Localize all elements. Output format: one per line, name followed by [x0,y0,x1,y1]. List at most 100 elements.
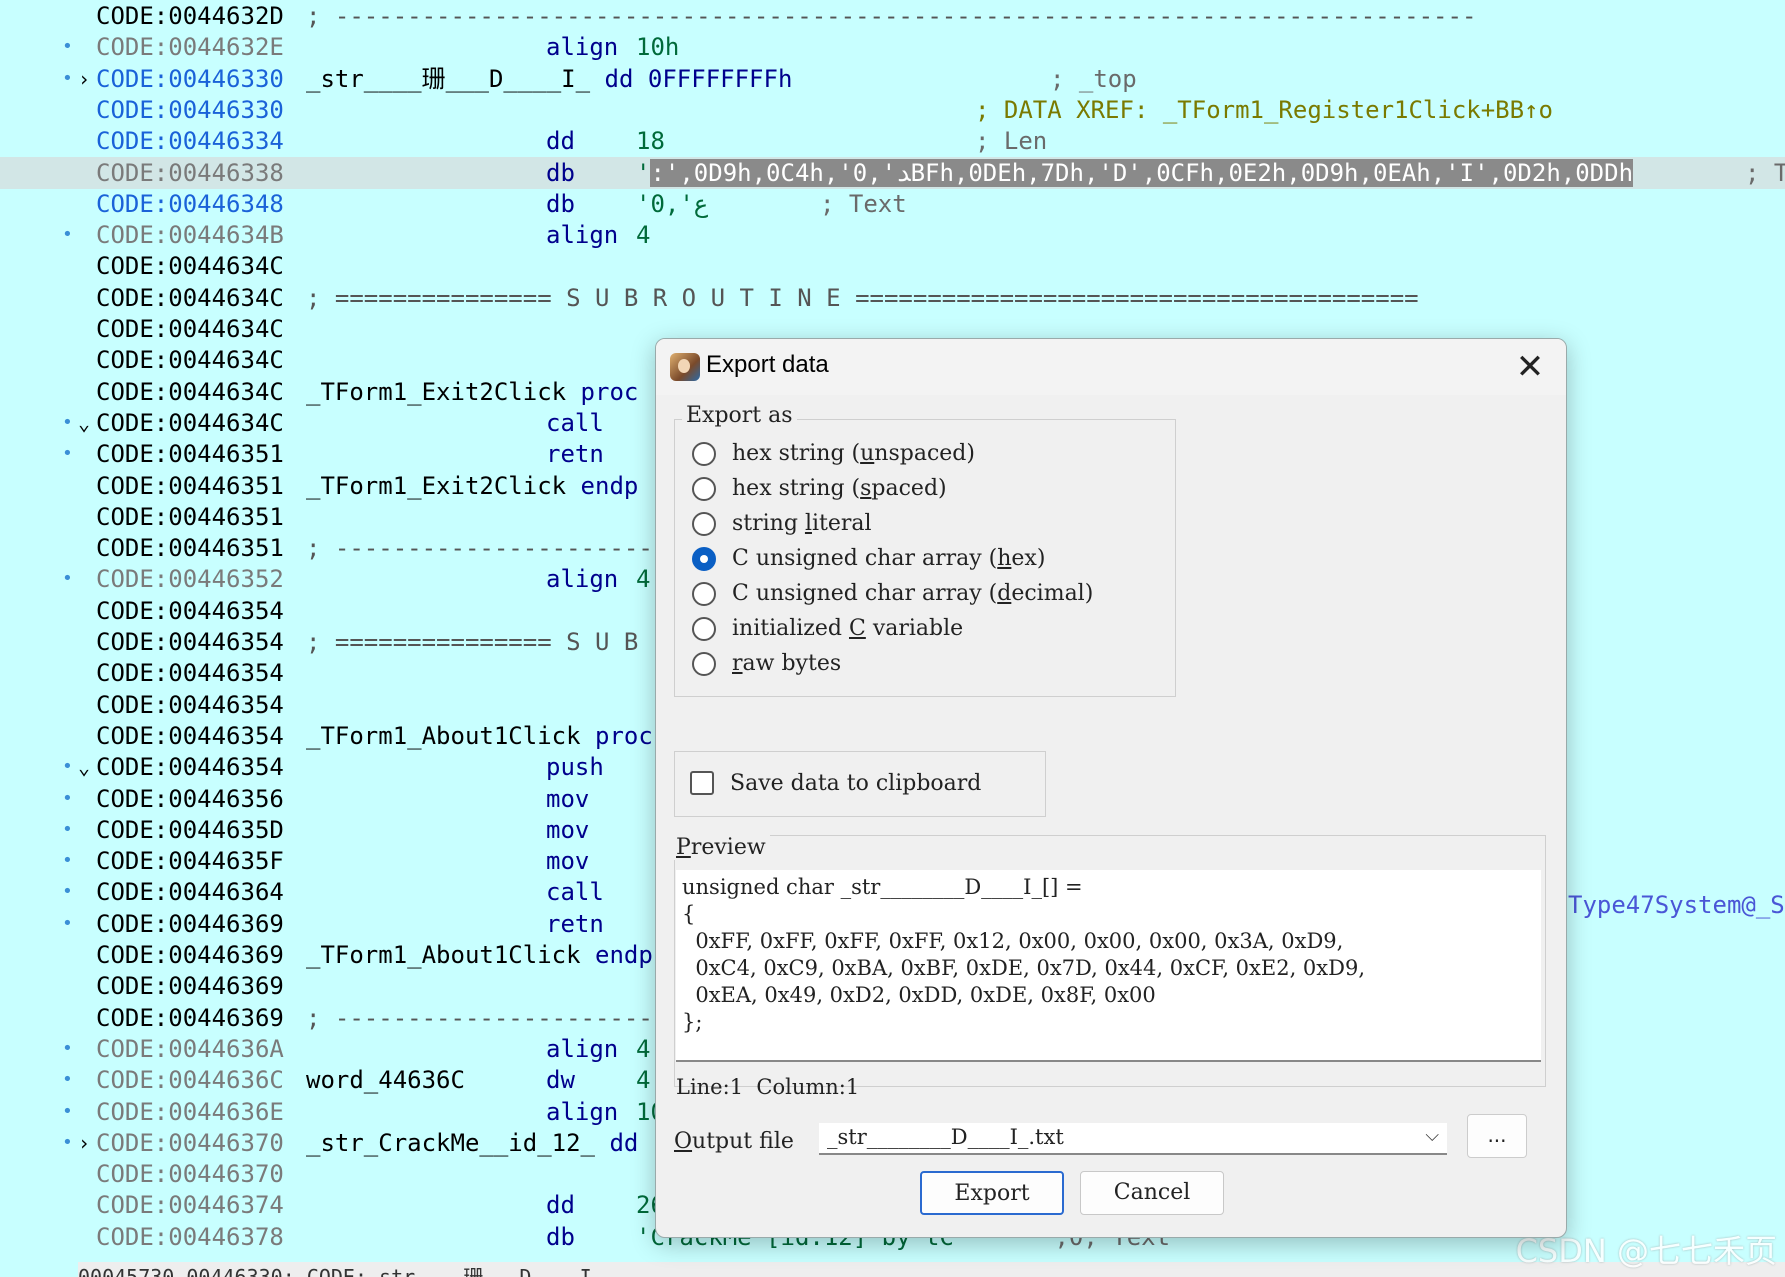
line-label[interactable]: _TForm1_Exit2Click proc [306,376,638,408]
preview-line: unsigned char _str________D____I_[] = [682,875,1083,899]
bullet-icon: • [62,1037,73,1059]
line-operand: 4 [636,1034,651,1063]
radio-button[interactable] [692,582,716,606]
line-address: CODE:0044634C [96,283,284,312]
radio-button[interactable] [692,442,716,466]
line-address: CODE:00446370 [96,1160,284,1189]
line-label[interactable]: _TForm1_About1Click endp [306,939,653,971]
preview-text-area[interactable]: unsigned char _str________D____I_[] = { 0… [676,870,1541,1062]
export-as-label: Export as [682,403,797,428]
line-address: CODE:0044636C [96,1066,284,1095]
chevron-down-icon[interactable]: ⌵ [1425,1125,1439,1146]
line-mnemonic: db [546,158,575,187]
export-option-label: raw bytes [732,651,842,676]
save-to-clipboard-checkbox[interactable] [690,771,714,795]
radio-button[interactable] [692,512,716,536]
line-address: CODE:00446354 [96,753,284,782]
line-address: CODE:00446369 [96,909,284,938]
line-comment: ; Text [1745,158,1785,187]
export-option-label: C unsigned char array (hex) [732,546,1046,571]
listing-line[interactable]: CODE:00446330 ; DATA XREF: _TForm1_Regist… [0,94,1785,126]
line-mnemonic: call [546,878,604,907]
fold-toggle-icon[interactable]: › [78,1127,90,1159]
radio-button[interactable] [692,477,716,501]
radio-button[interactable] [692,652,716,676]
listing-line[interactable]: CODE:0044634C ; =============== S U B R O… [0,282,1785,314]
line-address: CODE:00446369 [96,972,284,1001]
preview-line: { [682,902,696,926]
line-operand: 10h [636,33,680,62]
line-mnemonic: dd [546,1191,575,1220]
bullet-icon: • [62,1100,73,1122]
line-mnemonic: align [546,33,619,62]
output-file-combobox[interactable]: _str________D____I_.txt ⌵ [819,1123,1447,1155]
radio-button[interactable] [692,547,716,571]
line-label[interactable]: word_44636C [306,1064,465,1096]
line-label[interactable]: _TForm1_Exit2Click endp [306,470,638,502]
line-address: CODE:00446354 [96,596,284,625]
radio-button[interactable] [692,617,716,641]
selected-text: :',0D9h,0C4h,'ﺪ',0BFh,0DEh,7Dh,'D',0CFh,… [650,158,1634,187]
line-operand: 18 [636,127,665,156]
line-address: CODE:00446330 [96,64,284,93]
separator-comment: ; ------------------------ [306,1003,682,1032]
fold-toggle-icon[interactable]: › [78,63,90,95]
line-address: CODE:00446356 [96,784,284,813]
line-address: CODE:00446354 [96,690,284,719]
bullet-icon: • [62,411,73,433]
xref-comment[interactable]: ; DATA XREF: _TForm1_Register1Click+BB↑o [975,94,1553,126]
line-address: CODE:0044636E [96,1097,284,1126]
line-label[interactable]: _str_CrackMe__id_12_ dd [306,1127,638,1159]
fold-toggle-icon[interactable]: ⌄ [78,751,90,783]
cancel-button[interactable]: Cancel [1080,1171,1224,1215]
line-mnemonic: db [546,189,575,218]
line-label[interactable]: _str____珊___D____I_ dd 0FFFFFFFFh [306,63,792,95]
bullet-icon: • [62,818,73,840]
line-address: CODE:0044634C [96,315,284,343]
line-address: CODE:00446351 [96,440,284,469]
listing-line[interactable]: CODE:0044634C [0,250,1785,282]
close-button[interactable]: ✕ [1508,345,1552,389]
line-address: CODE:0044632E [96,33,284,62]
line-comment: ; _top [1050,64,1137,93]
listing-line[interactable]: CODE:0044632D ; -------------------------… [0,0,1785,32]
line-address: CODE:00446330 [96,95,284,124]
line-address: CODE:00446378 [96,1222,284,1251]
line-mnemonic: retn [546,909,604,938]
line-mnemonic: retn [546,440,604,469]
preview-line: }; [682,1010,703,1034]
line-address: CODE:00446369 [96,1003,284,1032]
line-mnemonic: align [546,1034,619,1063]
output-file-label: Output file [674,1129,794,1154]
browse-button[interactable]: ... [1467,1114,1527,1158]
save-to-clipboard-label[interactable]: Save data to clipboard [730,769,981,803]
export-option-label: initialized C variable [732,616,964,641]
line-operand: ':',0D9h,0C4h,'ﺪ',0BFh,0DEh,7Dh,'D',0CFh… [636,158,1634,187]
export-button[interactable]: Export [920,1171,1064,1215]
line-address: CODE:0044634C [96,346,284,375]
bullet-icon: • [62,912,73,934]
separator-comment: ; --------------------------------------… [306,2,1477,30]
bullet-icon: • [62,224,73,246]
line-address: CODE:00446354 [96,659,284,688]
listing-line[interactable]: • CODE:0044632E align 10h [0,31,1785,63]
line-address: CODE:00446374 [96,1191,284,1220]
line-comment: ; Len [975,127,1048,156]
separator-comment: ; ------------------------ [306,534,682,563]
listing-line[interactable]: CODE:00446348 db '0,'ﻉ ; Text [0,188,1785,220]
bullet-icon: • [62,1069,73,1091]
line-operand: 4 [636,565,651,594]
line-mnemonic: align [546,221,619,250]
preview-label: Preview [672,835,770,860]
listing-line[interactable]: CODE:00446334 dd 18 ; Len [0,125,1785,157]
line-address: CODE:00446351 [96,534,284,563]
side-symbol-text: Type47System@_S [1568,891,1785,919]
listing-line[interactable]: CODE:00446338 db ':',0D9h,0C4h,'ﺪ',0BFh,0D… [0,156,1785,189]
fold-toggle-icon[interactable]: ⌄ [78,407,90,439]
export-data-dialog: Export data ✕ Export as hex string (unsp… [655,338,1567,1238]
listing-line[interactable]: • › CODE:00446330 _str____珊___D____I_ dd 0F… [0,63,1785,95]
line-label[interactable]: _TForm1_About1Click proc [306,720,653,752]
listing-line[interactable]: • CODE:0044634B align 4 [0,219,1785,251]
line-operand: '0,'ﻉ [636,189,709,218]
line-address: CODE:00446351 [96,471,284,500]
